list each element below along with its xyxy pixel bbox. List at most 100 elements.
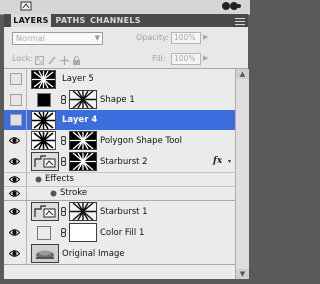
shape-layer-thumbnail [31, 152, 59, 171]
fill-arrow-icon[interactable]: ▶ [203, 54, 208, 62]
brush-preset-icon[interactable] [222, 1, 242, 11]
vector-mask-thumbnail [69, 131, 97, 150]
opacity-input[interactable]: 100% [171, 32, 201, 44]
opacity-arrow-icon[interactable]: ▶ [203, 33, 208, 41]
link-icon[interactable] [61, 136, 66, 145]
starburst-thumbnail-icon [32, 112, 55, 129]
effects-expand-arrow-icon[interactable]: ▾ [228, 158, 231, 165]
layer-row-layer-5[interactable]: Layer 5 [4, 69, 235, 90]
starburst-thumbnail-icon [32, 71, 55, 88]
link-icon[interactable] [61, 207, 66, 216]
photo-thumbnail-icon [32, 245, 58, 262]
starburst-mask-icon [70, 91, 96, 108]
layer-row-layer-4[interactable]: Layer 4 [4, 110, 235, 131]
layer-effects-row[interactable]: Effects [4, 173, 235, 187]
shape-fill-thumbnail [37, 93, 51, 107]
panel-menu-icon[interactable] [235, 16, 245, 25]
layers-scrollbar[interactable]: ▲ ▼ [235, 69, 249, 279]
visibility-toggle[interactable] [4, 243, 27, 264]
panel-top-strip [0, 0, 250, 15]
layer-effects-fx-icon[interactable]: fx [213, 156, 222, 166]
layer-name: Layer 5 [62, 74, 94, 84]
scroll-down-arrow-icon[interactable]: ▼ [236, 269, 249, 279]
lock-label: Lock: [12, 54, 33, 63]
shape-layer-icon [32, 153, 58, 170]
layer-controls: Normal ▼ Opacity: 100% ▶ Lock: Fill: 100… [4, 27, 248, 69]
shape-layer-icon [32, 203, 58, 220]
layer-name: Starburst 1 [100, 207, 148, 217]
visibility-toggle[interactable] [4, 69, 27, 89]
link-icon[interactable] [61, 157, 66, 166]
blend-mode-select[interactable]: Normal ▼ [12, 32, 103, 45]
layer-row-starburst-1[interactable]: Starburst 1 [4, 201, 235, 223]
layer-name: Starburst 2 [100, 157, 148, 167]
starburst-mask-icon [70, 132, 96, 149]
lock-all-icon[interactable] [72, 56, 81, 65]
layer-thumbnail [31, 70, 56, 89]
visibility-toggle[interactable] [4, 151, 27, 172]
visibility-toggle[interactable] [4, 222, 27, 243]
panel-tab-bar: LAYERS PATHS CHANNELS [4, 14, 248, 27]
color-fill-swatch[interactable] [37, 226, 51, 240]
eye-icon [9, 229, 20, 236]
layer-row-starburst-2[interactable]: Starburst 2 fx ▾ [4, 151, 235, 173]
chevron-down-icon: ▼ [94, 34, 100, 42]
tab-layers[interactable]: LAYERS [11, 14, 51, 27]
stroke-effect-icon [50, 190, 57, 197]
effect-name: Stroke [60, 188, 88, 198]
layers-list: Layer 5 Shape 1 Layer 4 Polygon Shape To… [4, 69, 235, 279]
lock-position-icon[interactable] [60, 56, 69, 65]
visibility-toggle[interactable] [4, 130, 27, 151]
layer-row-original-image[interactable]: Original Image [4, 243, 235, 265]
layer-name: Shape 1 [100, 95, 135, 105]
eye-icon [9, 137, 20, 144]
layer-name: Layer 4 [62, 115, 98, 125]
opacity-label: Opacity: [136, 33, 169, 42]
lock-transparent-pixels-icon[interactable] [35, 56, 44, 65]
visibility-toggle[interactable] [4, 187, 27, 200]
layer-name: Color Fill 1 [100, 228, 145, 238]
eye-icon [9, 250, 20, 257]
visibility-toggle[interactable] [4, 89, 27, 110]
visibility-toggle[interactable] [4, 201, 27, 222]
starburst-thumbnail-icon [32, 132, 55, 149]
layer-comp-icon[interactable] [20, 1, 32, 11]
visibility-toggle[interactable] [4, 173, 27, 186]
layer-row-shape-1[interactable]: Shape 1 [4, 89, 235, 111]
layer-thumbnail [31, 111, 56, 130]
layer-row-color-fill-1[interactable]: Color Fill 1 [4, 222, 235, 244]
effects-icon [35, 176, 42, 183]
layer-name: Polygon Shape Tool [100, 136, 182, 146]
visibility-off-box [10, 114, 22, 126]
vector-mask-thumbnail [69, 90, 97, 109]
eye-icon [9, 158, 20, 165]
layer-thumbnail [31, 244, 59, 263]
tab-channels[interactable]: CHANNELS [90, 14, 141, 27]
starburst-mask-icon [70, 153, 96, 170]
layer-name: Original Image [62, 249, 125, 259]
visibility-off-box [10, 94, 22, 106]
fill-label: Fill: [152, 54, 166, 63]
panel-bottom-edge [0, 279, 250, 284]
link-icon[interactable] [61, 95, 66, 104]
link-icon[interactable] [61, 228, 66, 237]
blend-mode-value: Normal [16, 34, 45, 43]
visibility-toggle[interactable] [4, 110, 27, 130]
lock-image-pixels-icon[interactable] [48, 56, 57, 65]
shape-layer-thumbnail [31, 202, 59, 221]
eye-icon [9, 176, 20, 183]
effects-label: Effects [45, 174, 74, 184]
starburst-mask-icon [70, 203, 96, 220]
eye-icon [9, 190, 20, 197]
tab-paths[interactable]: PATHS [54, 14, 87, 27]
fill-input[interactable]: 100% [171, 53, 201, 65]
vector-mask-thumbnail [69, 152, 97, 171]
layer-effect-stroke-row[interactable]: Stroke [4, 187, 235, 201]
layer-row-polygon-shape-tool[interactable]: Polygon Shape Tool [4, 130, 235, 152]
scroll-up-arrow-icon[interactable]: ▲ [236, 69, 249, 79]
eye-icon [9, 208, 20, 215]
vector-mask-thumbnail [69, 202, 97, 221]
visibility-off-box [10, 73, 22, 85]
layer-mask-thumbnail [69, 223, 97, 242]
layer-thumbnail [31, 131, 56, 150]
